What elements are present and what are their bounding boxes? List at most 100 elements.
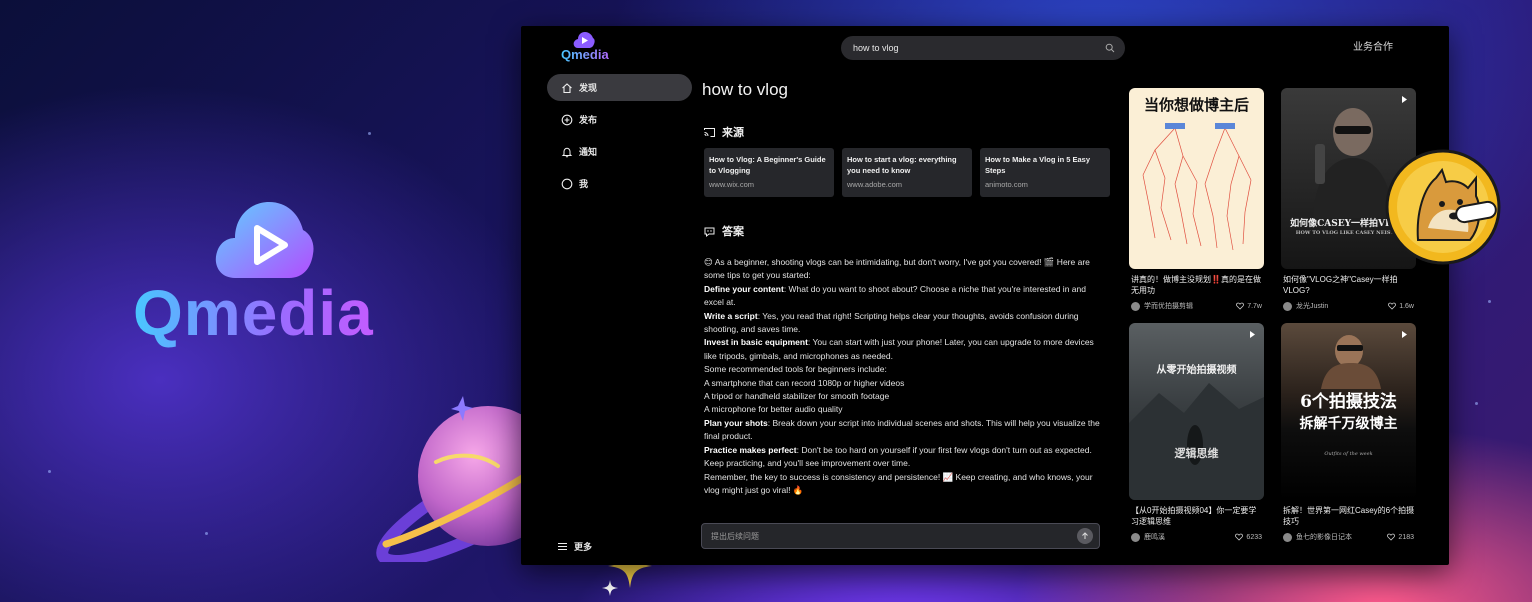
answer-point: Write a script: Yes, you read that right… [704, 310, 1104, 337]
sidebar-item-me[interactable]: 我 [547, 170, 692, 197]
tool-item: A microphone for better audio quality [704, 404, 843, 415]
tool-item: A tripod or handheld stabilizer for smoo… [704, 391, 890, 402]
sidebar-item-label: 通知 [579, 147, 598, 157]
source-card[interactable]: How to Make a Vlog in 5 Easy Steps animo… [980, 148, 1110, 197]
video-meta: 鱼七的影像日记本 2183 [1281, 532, 1416, 542]
sidebar-item-discover[interactable]: 发现 [547, 74, 692, 101]
source-card[interactable]: How to start a vlog: everything you need… [842, 148, 972, 197]
bell-icon [561, 147, 573, 157]
author-name[interactable]: 鱼七的影像日记本 [1296, 532, 1352, 542]
avatar[interactable] [1131, 532, 1140, 542]
heart-icon[interactable] [1236, 302, 1245, 310]
app-window: Qmedia how to vlog 业务合作 发现 发布 通知 我 更多 ho… [521, 26, 1449, 565]
sidebar-item-label: 我 [579, 179, 589, 189]
answer-intro: 😊 As a beginner, shooting vlogs can be i… [704, 257, 1090, 281]
followup-bar[interactable] [701, 523, 1100, 549]
qmedia-cloud-logo-icon [215, 202, 314, 278]
search-icon[interactable] [1105, 43, 1115, 53]
user-circle-icon [561, 178, 573, 189]
answer-point: Practice makes perfect: Don't be too har… [704, 444, 1104, 471]
thumbnail-subtitle: 逻辑思维 [1174, 447, 1219, 460]
author-name[interactable]: 龙光Justin [1296, 301, 1328, 311]
search-input[interactable]: how to vlog [853, 43, 1105, 53]
home-icon [562, 82, 572, 93]
answer-point: Plan your shots: Break down your script … [704, 417, 1104, 444]
mountain-landscape [1129, 383, 1264, 500]
cloud-logo-icon [573, 32, 595, 48]
answer-point-text: : Yes, you read that right! Scripting he… [704, 310, 1079, 335]
video-thumbnail[interactable]: 6个拍摄技法 拆解千万级博主 Outfits of the week [1281, 323, 1416, 500]
video-title: 【从0开始拍摄视频04】你一定要学习逻辑思维 [1131, 506, 1257, 526]
more-menu-button[interactable]: 更多 [557, 540, 592, 553]
thumbnail-headline: 6个拍摄技法 [1300, 392, 1397, 412]
answer-point-title: Define your content [704, 283, 784, 294]
source-title: How to Vlog: A Beginner's Guide to Vlogg… [709, 155, 826, 175]
avatar[interactable] [1131, 301, 1140, 311]
sources-heading: 来源 [703, 124, 744, 140]
source-card[interactable]: How to Vlog: A Beginner's Guide to Vlogg… [704, 148, 834, 197]
source-url: www.wix.com [709, 180, 755, 189]
author-name[interactable]: 学而优拍摄剪辑 [1144, 301, 1193, 311]
sidebar-item-notifications[interactable]: 通知 [547, 138, 692, 165]
play-icon [1250, 331, 1255, 338]
avatar[interactable] [1283, 532, 1292, 542]
app-logo[interactable]: Qmedia [561, 32, 611, 64]
video-thumbnail[interactable]: 当你想做博主后 [1129, 88, 1264, 269]
person-photo [1321, 335, 1381, 389]
cast-icon [704, 127, 715, 137]
more-label: 更多 [574, 542, 593, 552]
source-title: How to start a vlog: everything you need… [847, 155, 957, 175]
send-button[interactable] [1077, 528, 1093, 544]
answer-point-title: Invest in basic equipment [704, 337, 808, 348]
thumbnail-headline-2: 拆解千万级博主 [1299, 416, 1398, 432]
thumbnail-subtitle: Outfits of the week [1324, 451, 1373, 457]
video-title: 讲真的！做博主没规划‼️真的是在做无用功 [1131, 275, 1261, 295]
like-count: 7.7w [1247, 302, 1262, 310]
search-bar[interactable]: how to vlog [841, 36, 1125, 60]
answer-heading-label: 答案 [722, 226, 744, 238]
video-card[interactable]: 当你想做博主后 讲真的！做博主没规划‼️真的是在做无用功 学而优拍摄剪辑 7.7… [1129, 88, 1264, 311]
play-icon [1402, 331, 1407, 338]
app-logo-text: Qmedia [561, 47, 609, 62]
video-card[interactable]: 6个拍摄技法 拆解千万级博主 Outfits of the week 拆解！世界… [1281, 323, 1416, 542]
top-bar: Qmedia how to vlog 业务合作 [521, 26, 1449, 70]
chat-icon [704, 227, 715, 237]
arrow-up-icon [1082, 532, 1088, 539]
sources-heading-label: 来源 [722, 127, 744, 139]
source-url: www.adobe.com [847, 180, 903, 189]
thumbnail-headline: 从零开始拍摄视频 [1156, 365, 1237, 376]
heart-icon[interactable] [1388, 302, 1397, 310]
business-cooperation-link[interactable]: 业务合作 [1353, 38, 1393, 53]
tools-intro: Some recommended tools for beginners inc… [704, 364, 887, 375]
source-url: animoto.com [985, 180, 1028, 189]
thumbnail-headline: 当你想做博主后 [1143, 96, 1249, 114]
like-count: 6233 [1246, 533, 1262, 541]
like-count: 2183 [1398, 533, 1414, 541]
play-icon [1402, 96, 1407, 103]
followup-input[interactable] [711, 531, 1077, 541]
answer-heading: 答案 [703, 223, 744, 239]
source-title: How to Make a Vlog in 5 Easy Steps [985, 155, 1091, 175]
video-meta: 学而优拍摄剪辑 7.7w [1129, 301, 1264, 311]
heart-icon[interactable] [1387, 533, 1396, 541]
video-thumbnail[interactable]: 从零开始拍摄视频 逻辑思维 [1129, 323, 1264, 500]
brand-name: Qmedia [133, 276, 403, 350]
answer-closing: Remember, the key to success is consiste… [704, 471, 1093, 495]
menu-icon [558, 542, 567, 551]
heart-icon[interactable] [1235, 533, 1244, 541]
tool-item: A smartphone that can record 1080p or hi… [704, 377, 905, 388]
mindmap-illustration [1142, 123, 1252, 251]
sidebar-item-label: 发布 [579, 115, 598, 125]
sidebar-item-publish[interactable]: 发布 [547, 106, 692, 133]
author-name[interactable]: 鹿鸣溪 [1144, 532, 1165, 542]
like-count: 1.6w [1399, 302, 1414, 310]
answer-point-title: Write a script [704, 310, 758, 321]
answer-point-title: Plan your shots [704, 417, 768, 428]
video-title: 拆解！世界第一网红Casey的6个拍摄技巧 [1283, 506, 1415, 526]
plus-circle-icon [561, 114, 573, 125]
avatar[interactable] [1283, 301, 1292, 311]
answer-point-title: Practice makes perfect [704, 444, 797, 455]
answer-body: 😊 As a beginner, shooting vlogs can be i… [704, 256, 1104, 497]
video-card[interactable]: 从零开始拍摄视频 逻辑思维 【从0开始拍摄视频04】你一定要学习逻辑思维 鹿鸣溪… [1129, 323, 1264, 542]
video-meta: 龙光Justin 1.6w [1281, 301, 1416, 311]
